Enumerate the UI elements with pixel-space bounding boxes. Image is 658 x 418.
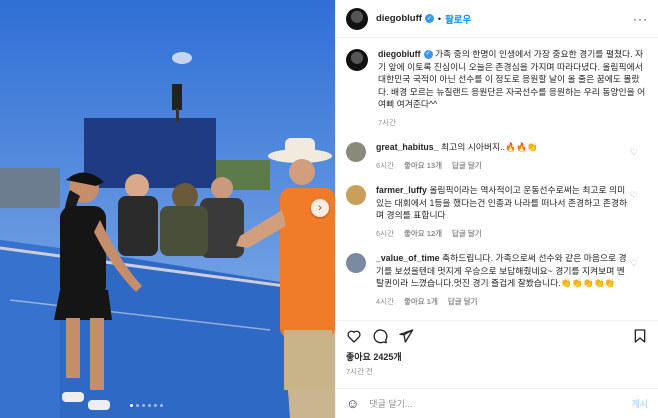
post-comment-button[interactable]: 게시 bbox=[631, 397, 648, 410]
post-details-panel: diegobluff ✓ • 팔로우 ··· diegobluff ✓ 가족 중의… bbox=[335, 0, 658, 418]
comment-likes[interactable]: 좋아요 1개 bbox=[404, 296, 438, 309]
add-comment-bar: ☺ 게시 bbox=[336, 388, 658, 418]
heart-icon[interactable]: ♡ bbox=[630, 190, 638, 201]
comment-username[interactable]: farmer_luffy bbox=[376, 185, 427, 195]
share-icon[interactable] bbox=[398, 328, 414, 344]
comment-input[interactable] bbox=[369, 398, 632, 409]
instagram-post-modal: › diegobluff ✓ • 팔로우 ··· diegobluff✓ 가족 bbox=[0, 0, 658, 418]
post-photo[interactable]: › bbox=[0, 0, 335, 418]
comment-text: 최고의 시아버지..🔥🔥👏 bbox=[441, 142, 538, 152]
photo-illustration bbox=[0, 0, 335, 418]
comment-time: 6시간 bbox=[376, 228, 394, 238]
emoji-icon[interactable]: ☺ bbox=[346, 396, 359, 411]
comment-likes[interactable]: 좋아요 13개 bbox=[404, 160, 442, 173]
avatar[interactable] bbox=[346, 49, 368, 71]
follow-button[interactable]: 팔로우 bbox=[445, 12, 471, 26]
post-header: diegobluff ✓ • 팔로우 ··· bbox=[336, 0, 658, 38]
caption-time: 7시간 bbox=[378, 117, 396, 127]
verified-badge-icon: ✓ bbox=[423, 50, 433, 60]
comment-username[interactable]: great_habitus_ bbox=[376, 142, 439, 152]
caption-username[interactable]: diegobluff bbox=[378, 49, 421, 59]
chevron-right-icon[interactable]: › bbox=[311, 199, 329, 217]
carousel-dot bbox=[148, 404, 151, 407]
carousel-dots bbox=[130, 404, 163, 407]
action-bar bbox=[336, 320, 658, 350]
comment-item: great_habitus_ 최고의 시아버지..🔥🔥👏 6시간 좋아요 13개… bbox=[346, 141, 648, 172]
comment-time: 6시간 bbox=[376, 160, 394, 170]
heart-icon[interactable] bbox=[346, 328, 362, 344]
comment-item: farmer_luffy 올림픽이라는 역사적이고 운동선수로써는 최고로 의미… bbox=[346, 184, 648, 240]
comment-icon[interactable] bbox=[372, 328, 388, 344]
comment-item: _value_of_time 축하드립니다. 가족으로써 선수와 같은 마음으로… bbox=[346, 252, 648, 308]
verified-badge-icon: ✓ bbox=[424, 14, 434, 23]
reply-button[interactable]: 답글 달기 bbox=[448, 296, 478, 309]
reply-button[interactable]: 답글 달기 bbox=[452, 228, 482, 241]
carousel-dot bbox=[130, 404, 133, 407]
more-options-icon[interactable]: ··· bbox=[633, 12, 648, 26]
comment-likes[interactable]: 좋아요 12개 bbox=[404, 228, 442, 241]
carousel-dot bbox=[142, 404, 145, 407]
comments-scroll-area[interactable]: diegobluff ✓ 가족 중의 한명이 인생에서 가장 중요한 경기를 펼쳤… bbox=[336, 38, 658, 318]
bookmark-icon[interactable] bbox=[632, 328, 648, 344]
carousel-dot bbox=[136, 404, 139, 407]
comment-username[interactable]: _value_of_time bbox=[376, 253, 440, 263]
likes-count[interactable]: 좋아요 2425개 bbox=[346, 350, 402, 363]
avatar[interactable] bbox=[346, 142, 366, 162]
post-time: 7시간 전 bbox=[346, 367, 373, 376]
carousel-dot bbox=[154, 404, 157, 407]
comment-time: 4시간 bbox=[376, 296, 394, 306]
author-username[interactable]: diegobluff bbox=[376, 13, 422, 24]
carousel-dot bbox=[160, 404, 163, 407]
avatar[interactable] bbox=[346, 7, 368, 30]
heart-icon[interactable]: ♡ bbox=[630, 147, 638, 158]
avatar[interactable] bbox=[346, 253, 366, 273]
avatar[interactable] bbox=[346, 185, 366, 205]
heart-icon[interactable]: ♡ bbox=[630, 258, 638, 269]
reply-button[interactable]: 답글 달기 bbox=[452, 160, 482, 173]
separator-dot: • bbox=[437, 13, 442, 24]
caption: diegobluff ✓ 가족 중의 한명이 인생에서 가장 중요한 경기를 펼쳤… bbox=[346, 48, 648, 129]
